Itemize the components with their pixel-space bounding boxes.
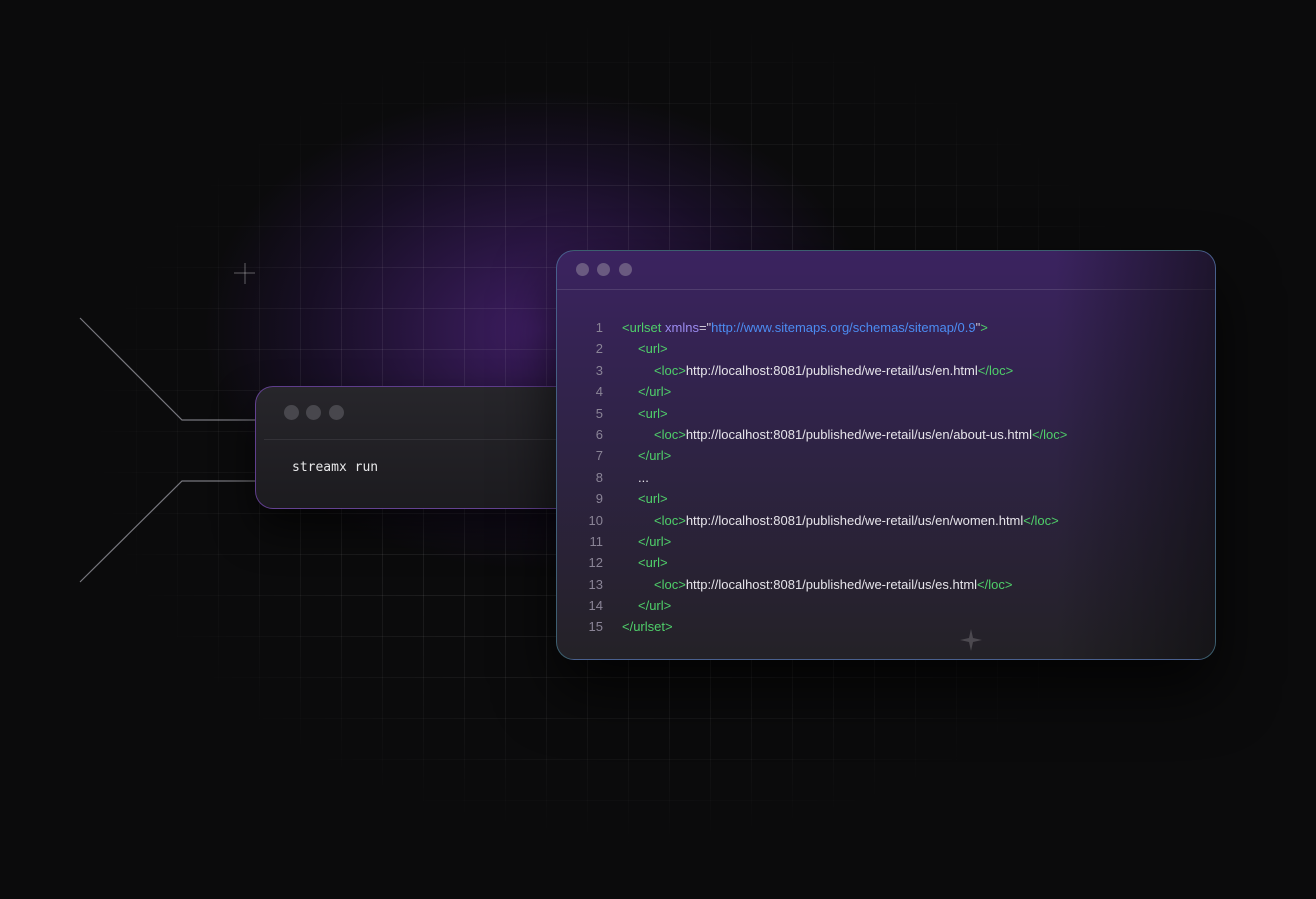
code-token-txt: http://localhost:8081/published/we-retai… (685, 426, 1032, 442)
code-token-txt: http://localhost:8081/published/we-retai… (685, 576, 978, 592)
code-content: </url> (622, 445, 671, 466)
code-token-tag: </loc> (977, 576, 1013, 592)
editor-titlebar (557, 251, 1215, 290)
line-number: 7 (595, 448, 603, 464)
code-content: <url> (622, 338, 668, 359)
window-control-dot-close[interactable] (284, 405, 299, 420)
window-control-dot-close[interactable] (576, 263, 589, 276)
code-content: </urlset> (622, 616, 673, 637)
code-token-tag: > (980, 320, 988, 335)
code-content: <urlset xmlns="http://www.sitemaps.org/s… (622, 317, 988, 338)
line-number: 9 (595, 491, 603, 507)
code-content: <loc>http://localhost:8081/published/we-… (622, 424, 1067, 445)
code-token-tag: </loc> (1023, 512, 1059, 528)
window-control-dot-maximize[interactable] (329, 405, 344, 420)
plus-marker-icon (234, 263, 255, 284)
terminal-command: streamx run (292, 460, 379, 475)
code-content: <url> (622, 488, 668, 509)
code-editor-window: 1 <urlset xmlns="http://www.sitemaps.org/… (556, 250, 1216, 660)
code-line: 8... (557, 467, 1215, 488)
code-line: 6 <loc>http://localhost:8081/published/we… (557, 424, 1215, 445)
code-token-tag: </urlset> (622, 619, 673, 635)
code-token-tag: <url> (638, 405, 668, 421)
code-line: 4 </url> (557, 381, 1215, 402)
code-token-tag: <url> (638, 341, 668, 357)
terminal-window: streamx run (255, 386, 595, 509)
line-number: 1 (595, 320, 603, 335)
code-token-txt: http://localhost:8081/published/we-retai… (685, 362, 978, 378)
code-content: <loc>http://localhost:8081/published/we-… (622, 574, 1012, 595)
line-number: 6 (595, 426, 603, 442)
line-number: 8 (595, 469, 603, 485)
line-number: 15 (588, 619, 603, 635)
connector-line-bottom (79, 480, 255, 583)
code-line: 5 <url> (557, 403, 1215, 424)
window-control-dot-minimize[interactable] (597, 263, 610, 276)
line-number: 13 (588, 576, 603, 592)
code-content: </url> (622, 381, 671, 402)
line-number: 14 (588, 598, 603, 614)
code-line: 13 <loc>http://localhost:8081/published/w… (557, 574, 1215, 595)
code-token-tag: <loc> (654, 512, 686, 528)
code-token-str: http://www.sitemaps.org/schemas/sitemap/… (711, 320, 976, 335)
code-area[interactable]: 1 <urlset xmlns="http://www.sitemaps.org/… (557, 317, 1215, 638)
code-token-tag: <loc> (654, 426, 686, 442)
code-token-tag: </url> (638, 598, 672, 614)
line-number: 11 (589, 533, 604, 549)
line-number: 4 (595, 384, 603, 400)
connector-line-top (79, 317, 255, 421)
code-content: </url> (622, 595, 671, 616)
code-content: <loc>http://localhost:8081/published/we-… (622, 360, 1013, 381)
code-token-tag: <url> (638, 491, 668, 507)
line-number: 2 (595, 341, 603, 357)
code-line: 15 </urlset> (557, 616, 1215, 637)
code-token-tag: <loc> (654, 576, 686, 592)
line-number: 10 (588, 512, 603, 528)
code-token-txt: http://localhost:8081/published/we-retai… (685, 512, 1024, 528)
code-token-tag: <urlset (622, 320, 662, 335)
code-line: 9 <url> (557, 488, 1215, 509)
code-line: 2 <url> (557, 338, 1215, 359)
code-token-tag: </url> (638, 533, 672, 549)
code-token-tag: <loc> (654, 362, 686, 378)
code-line: 1 <urlset xmlns="http://www.sitemaps.org/… (557, 317, 1215, 338)
code-line: 7 </url> (557, 445, 1215, 466)
code-token-attr: xmlns (661, 320, 699, 335)
code-token-tag: </url> (638, 384, 672, 400)
code-content: <loc>http://localhost:8081/published/we-… (622, 510, 1059, 531)
window-control-dot-minimize[interactable] (306, 405, 321, 420)
sparkle-icon (960, 629, 982, 651)
code-content: ... (622, 467, 649, 488)
code-token-tag: </loc> (977, 362, 1014, 378)
code-content: </url> (622, 531, 671, 552)
line-number: 5 (595, 405, 603, 421)
code-line: 12 <url> (557, 552, 1215, 573)
code-token-tag: </url> (638, 448, 672, 464)
code-token-txt: ... (638, 469, 649, 485)
code-content: <url> (622, 403, 668, 424)
line-number: 3 (595, 362, 603, 378)
code-line: 3 <loc>http://localhost:8081/published/we… (557, 360, 1215, 381)
window-control-dot-maximize[interactable] (619, 263, 632, 276)
line-number: 12 (588, 555, 603, 571)
code-line: 14 </url> (557, 595, 1215, 616)
code-token-punct: =" (698, 320, 712, 335)
code-token-tag: </loc> (1031, 426, 1068, 442)
code-token-tag: <url> (638, 555, 668, 571)
code-line: 11 </url> (557, 531, 1215, 552)
code-line: 10 <loc>http://localhost:8081/published/w… (557, 510, 1215, 531)
code-content: <url> (622, 552, 668, 573)
